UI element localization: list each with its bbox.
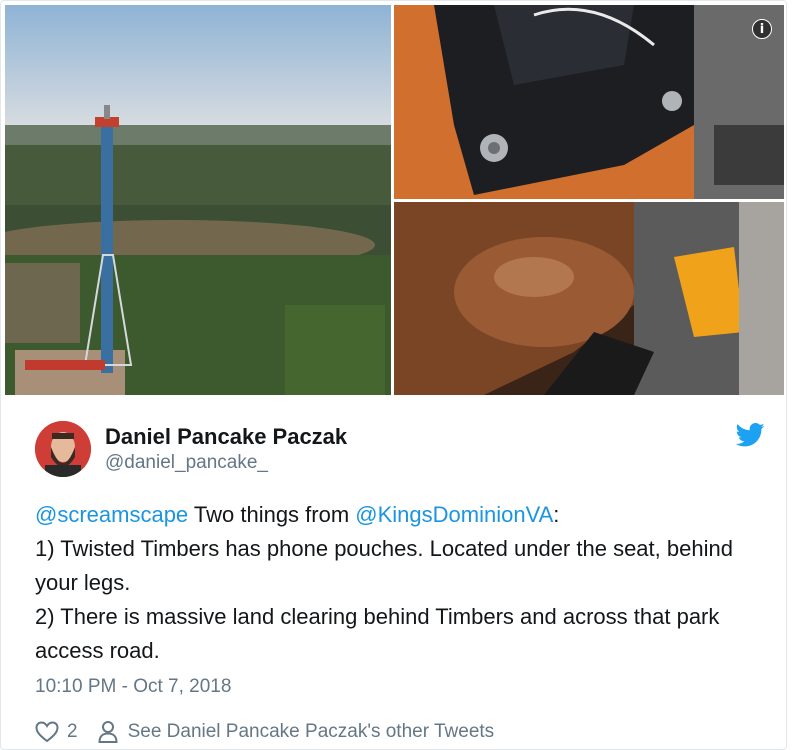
tweet-header: Daniel Pancake Paczak @daniel_pancake_ — [35, 421, 765, 481]
other-tweets-link[interactable]: See Daniel Pancake Paczak's other Tweets — [128, 721, 495, 743]
tweet-actions: 2 See Daniel Pancake Paczak's other Twee… — [35, 717, 494, 747]
user-handle[interactable]: @daniel_pancake_ — [105, 452, 268, 474]
tweet-card: i Daniel Pancake Paczak @daniel_pancake_… — [0, 0, 787, 750]
mention-link[interactable]: @KingsDominionVA — [355, 502, 553, 527]
image-park-aerial[interactable] — [5, 5, 391, 395]
image-phone-pouch[interactable]: i — [394, 5, 784, 199]
user-display-name[interactable]: Daniel Pancake Paczak — [105, 424, 347, 450]
tweet-timestamp[interactable]: 10:10 PM - Oct 7, 2018 — [35, 676, 231, 698]
heart-icon[interactable] — [35, 721, 59, 743]
person-icon — [98, 721, 118, 743]
info-icon[interactable]: i — [752, 19, 772, 39]
tweet-text: @screamscape Two things from @KingsDomin… — [35, 498, 755, 668]
tweet-text-segment: Two things from — [188, 502, 356, 527]
image-coaster-seat[interactable] — [394, 202, 784, 395]
like-count[interactable]: 2 — [67, 721, 78, 743]
mention-link[interactable]: @screamscape — [35, 502, 188, 527]
media-grid: i — [1, 1, 786, 399]
twitter-bird-icon[interactable] — [735, 423, 765, 447]
avatar[interactable] — [35, 421, 91, 477]
